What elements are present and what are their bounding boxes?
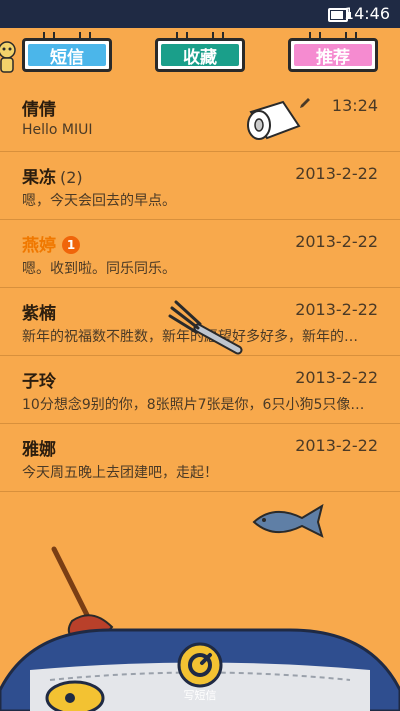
- tab-sms[interactable]: 短信: [22, 32, 112, 72]
- message-time: 13:24: [331, 96, 378, 115]
- tab-recommend-label: 推荐: [294, 44, 372, 68]
- contact-name: 雅娜: [22, 440, 56, 460]
- contact-name-text: 燕婷: [22, 236, 56, 256]
- tab-sms-label: 短信: [28, 44, 106, 68]
- status-bar: 14:46: [0, 0, 400, 28]
- message-date: 2013-2-22: [295, 436, 378, 455]
- contact-name: 紫楠: [22, 304, 56, 324]
- contact-name: 燕婷 1: [22, 231, 80, 256]
- message-date: 2013-2-22: [295, 164, 378, 183]
- message-preview: 嗯。收到啦。同乐同乐。: [22, 261, 176, 277]
- compose-label[interactable]: 写短信: [170, 687, 230, 703]
- status-time: 14:46: [343, 4, 390, 23]
- contact-name: 倩倩: [22, 100, 56, 120]
- message-preview: 10分想念9别的你，8张照片7张是你，6只小狗5只像…: [22, 397, 365, 413]
- tab-favorites-label: 收藏: [161, 44, 239, 68]
- compose-button[interactable]: [176, 641, 224, 689]
- conversation-row[interactable]: 果冻 (2) 2013-2-22 嗯，今天会回去的早点。: [0, 152, 400, 220]
- tab-favorites[interactable]: 收藏: [155, 32, 245, 72]
- contact-name: 果冻 (2): [22, 163, 83, 188]
- conversation-row[interactable]: 子玲 2013-2-22 10分想念9别的你，8张照片7张是你，6只小狗5只像…: [0, 356, 400, 424]
- conversation-list: 倩倩 13:24 Hello MIUI 果冻 (2) 2013-2-22 嗯，今天…: [0, 84, 400, 492]
- toilet-paper-icon: [247, 100, 301, 140]
- conversation-row[interactable]: 燕婷 1 2013-2-22 嗯。收到啦。同乐同乐。: [0, 220, 400, 288]
- message-date: 2013-2-22: [295, 368, 378, 387]
- message-preview: 今天周五晚上去团建吧，走起！: [22, 465, 218, 481]
- message-date: 2013-2-22: [295, 300, 378, 319]
- contact-name-text: 果冻: [22, 168, 56, 188]
- message-preview: 嗯，今天会回去的早点。: [22, 193, 176, 209]
- conversation-row[interactable]: 雅娜 2013-2-22 今天周五晚上去团建吧，走起！: [0, 424, 400, 492]
- contact-name: 子玲: [22, 372, 56, 392]
- message-count: (2): [60, 168, 83, 187]
- conversation-row[interactable]: 倩倩 13:24 Hello MIUI: [0, 84, 400, 152]
- tab-bar: 短信 收藏 推荐: [0, 32, 400, 80]
- message-date: 2013-2-22: [295, 232, 378, 251]
- unread-badge: 1: [62, 236, 80, 254]
- message-preview: Hello MIUI: [22, 122, 93, 138]
- fish-icon: [252, 503, 324, 538]
- fork-icon: [168, 300, 243, 355]
- tab-recommend[interactable]: 推荐: [288, 32, 378, 72]
